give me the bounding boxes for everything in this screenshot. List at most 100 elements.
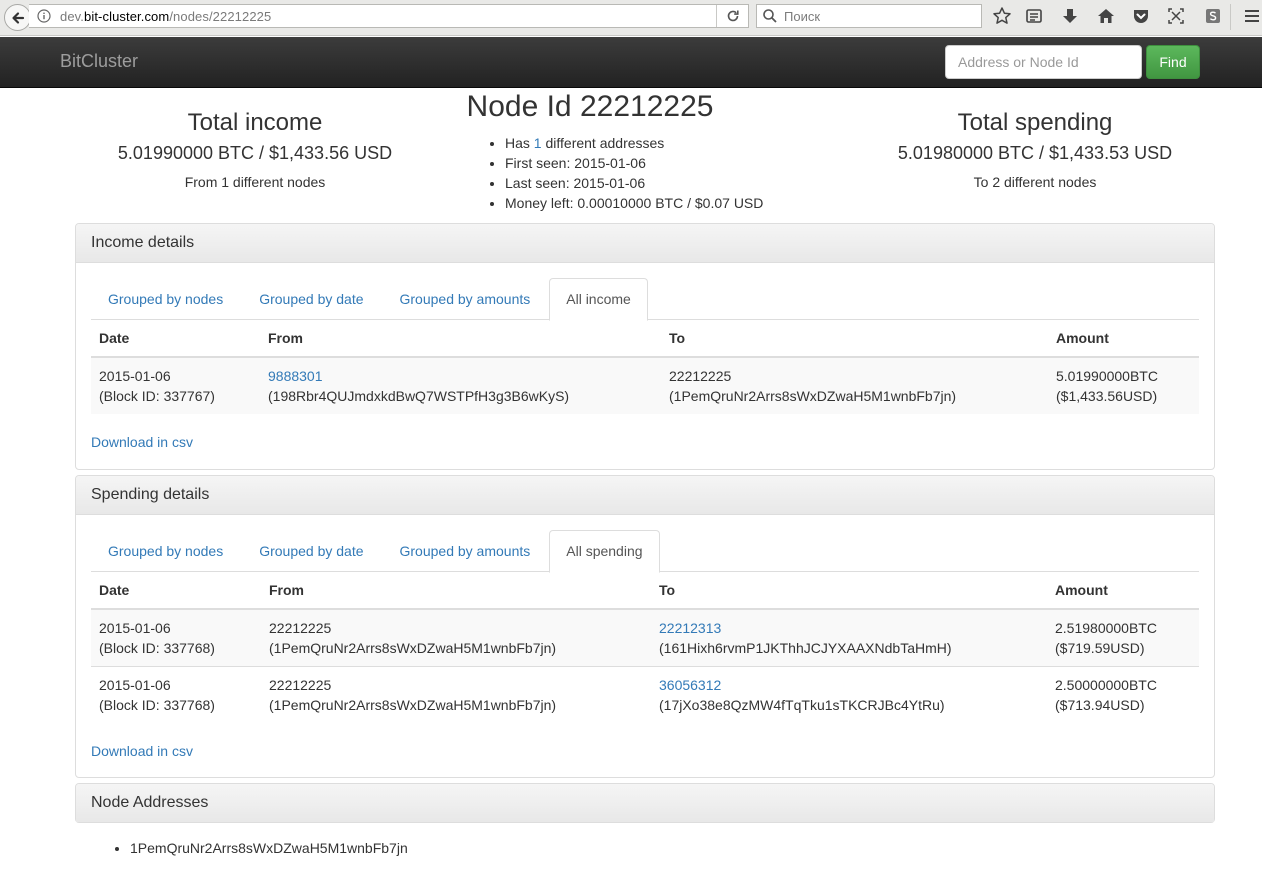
toolbar-separator bbox=[1230, 4, 1231, 30]
to-cell: 22212225 (1PemQruNr2Arrs8sWxDZwaH5M1wnbFb… bbox=[661, 357, 1048, 414]
column-header-date: Date bbox=[91, 572, 261, 610]
spending-table: Date From To Amount 2015-01-06 (Block ID:… bbox=[91, 572, 1199, 723]
amount-cell: 2.51980000BTC ($719.59USD) bbox=[1047, 609, 1199, 667]
pocket-icon[interactable] bbox=[1130, 5, 1152, 27]
reload-icon bbox=[727, 10, 739, 22]
date-cell: 2015-01-06 (Block ID: 337767) bbox=[91, 357, 260, 414]
info-icon[interactable] bbox=[37, 9, 51, 23]
tab-income-grouped-by-amounts[interactable]: Grouped by amounts bbox=[383, 278, 548, 320]
browser-search-bar[interactable] bbox=[756, 4, 982, 28]
income-panel-heading: Income details bbox=[76, 224, 1214, 263]
amount-btc: 2.50000000BTC bbox=[1055, 677, 1157, 693]
url-path: /nodes/22212225 bbox=[169, 8, 272, 24]
column-header-amount: Amount bbox=[1048, 320, 1199, 358]
column-header-date: Date bbox=[91, 320, 260, 358]
extension-icon[interactable] bbox=[1202, 5, 1224, 27]
to-cell: 22212313 (161Hixh6rvmP1JKThhJCJYXAAXNdbTa… bbox=[651, 609, 1047, 667]
amount-btc: 5.01990000BTC bbox=[1056, 368, 1158, 384]
tab-spending-grouped-by-nodes[interactable]: Grouped by nodes bbox=[91, 530, 240, 572]
block-id: (Block ID: 337768) bbox=[99, 697, 215, 713]
income-panel-body: Grouped by nodes Grouped by date Grouped… bbox=[76, 263, 1214, 465]
from-node-link[interactable]: 9888301 bbox=[268, 368, 323, 384]
income-summary: Total income 5.01990000 BTC / $1,433.56 … bbox=[105, 109, 405, 191]
column-header-from: From bbox=[260, 320, 661, 358]
column-header-to: To bbox=[651, 572, 1047, 610]
address-count-suffix: different addresses bbox=[541, 135, 665, 151]
from-address: (198Rbr4QUJmdxkdBwQ7WSTPfH3g3B6wKyS) bbox=[268, 388, 570, 404]
date-cell: 2015-01-06 (Block ID: 337768) bbox=[91, 609, 261, 667]
tab-income-grouped-by-nodes[interactable]: Grouped by nodes bbox=[91, 278, 240, 320]
menu-icon[interactable] bbox=[1242, 5, 1262, 27]
to-address: (1PemQruNr2Arrs8sWxDZwaH5M1wnbFb7jn) bbox=[669, 388, 957, 404]
brand-logo[interactable]: BitCluster bbox=[60, 51, 138, 72]
from-cell: 22212225 (1PemQruNr2Arrs8sWxDZwaH5M1wnbFb… bbox=[261, 666, 651, 723]
amount-usd: ($1,433.56USD) bbox=[1056, 388, 1158, 404]
to-node-id: 22212225 bbox=[669, 368, 732, 384]
column-header-amount: Amount bbox=[1047, 572, 1199, 610]
from-address: (1PemQruNr2Arrs8sWxDZwaH5M1wnbFb7jn) bbox=[269, 640, 557, 656]
tab-spending-grouped-by-amounts[interactable]: Grouped by amounts bbox=[383, 530, 548, 572]
screenshot-icon[interactable] bbox=[1165, 5, 1187, 27]
date-cell: 2015-01-06 (Block ID: 337768) bbox=[91, 666, 261, 723]
block-id: (Block ID: 337768) bbox=[99, 640, 215, 656]
node-last-seen: Last seen: 2015-01-06 bbox=[505, 173, 763, 193]
to-node-link[interactable]: 36056312 bbox=[659, 677, 721, 693]
from-node-id: 22212225 bbox=[269, 620, 332, 636]
url-host: bit-cluster.com bbox=[84, 8, 170, 24]
reading-list-icon[interactable] bbox=[1023, 5, 1045, 27]
from-cell: 22212225 (1PemQruNr2Arrs8sWxDZwaH5M1wnbFb… bbox=[261, 609, 651, 667]
back-button[interactable] bbox=[4, 4, 31, 31]
tab-spending-grouped-by-date[interactable]: Grouped by date bbox=[242, 530, 380, 572]
income-download-csv-link[interactable]: Download in csv bbox=[91, 434, 193, 450]
to-node-link[interactable]: 22212313 bbox=[659, 620, 721, 636]
to-cell: 36056312 (17jXo38e8QzMW4fTqTku1sTKCRJBc4Y… bbox=[651, 666, 1047, 723]
table-row: 2015-01-06 (Block ID: 337767) 9888301 (198… bbox=[91, 357, 1199, 414]
date-value: 2015-01-06 bbox=[99, 677, 171, 693]
spending-panel: Spending details Grouped by nodes Groupe… bbox=[75, 475, 1215, 778]
home-icon[interactable] bbox=[1095, 5, 1117, 27]
date-value: 2015-01-06 bbox=[99, 620, 171, 636]
block-id: (Block ID: 337767) bbox=[99, 388, 215, 404]
amount-usd: ($713.94USD) bbox=[1055, 697, 1145, 713]
from-address: (1PemQruNr2Arrs8sWxDZwaH5M1wnbFb7jn) bbox=[269, 697, 557, 713]
tab-all-spending[interactable]: All spending bbox=[549, 530, 660, 573]
address-bar[interactable]: dev.bit-cluster.com/nodes/22212225 bbox=[29, 4, 749, 28]
site-navbar: BitCluster Find bbox=[0, 37, 1262, 88]
amount-btc: 2.51980000BTC bbox=[1055, 620, 1157, 636]
spending-table-header: Date From To Amount bbox=[91, 572, 1199, 610]
address-list: 1PemQruNr2Arrs8sWxDZwaH5M1wnbFb7jn bbox=[116, 838, 408, 858]
table-row: 2015-01-06 (Block ID: 337768) 22212225 (1P… bbox=[91, 609, 1199, 667]
search-icon bbox=[762, 8, 778, 24]
spending-summary: Total spending 5.01980000 BTC / $1,433.5… bbox=[885, 109, 1185, 191]
address-count-link[interactable]: 1 bbox=[534, 135, 542, 151]
income-summary-nodes: From 1 different nodes bbox=[184, 174, 326, 190]
income-table-header: Date From To Amount bbox=[91, 320, 1199, 358]
income-panel: Income details Grouped by nodes Grouped … bbox=[75, 223, 1215, 470]
download-icon[interactable] bbox=[1059, 5, 1081, 27]
bookmark-star-icon[interactable] bbox=[991, 5, 1013, 27]
spending-summary-amount: 5.01980000 BTC / $1,433.53 USD bbox=[897, 143, 1173, 163]
column-header-from: From bbox=[261, 572, 651, 610]
tab-all-income[interactable]: All income bbox=[549, 278, 648, 321]
addresses-panel-heading: Node Addresses bbox=[76, 784, 1214, 822]
spending-tabs: Grouped by nodes Grouped by date Grouped… bbox=[91, 530, 1199, 573]
spending-panel-body: Grouped by nodes Grouped by date Grouped… bbox=[76, 515, 1214, 774]
date-value: 2015-01-06 bbox=[99, 368, 171, 384]
arrow-left-icon bbox=[11, 11, 24, 24]
reload-button[interactable] bbox=[716, 5, 748, 27]
spending-summary-title: Total spending bbox=[957, 109, 1113, 136]
from-node-id: 22212225 bbox=[269, 677, 332, 693]
income-table: Date From To Amount 2015-01-06 (Block ID:… bbox=[91, 320, 1199, 414]
browser-search-input[interactable] bbox=[782, 7, 972, 25]
spending-download-csv-link[interactable]: Download in csv bbox=[91, 743, 193, 759]
income-tabs: Grouped by nodes Grouped by date Grouped… bbox=[91, 278, 1199, 321]
to-address: (17jXo38e8QzMW4fTqTku1sTKCRJBc4YtRu) bbox=[659, 697, 945, 713]
find-button[interactable]: Find bbox=[1146, 45, 1200, 79]
from-cell: 9888301 (198Rbr4QUJmdxkdBwQ7WSTPfH3g3B6wK… bbox=[260, 357, 661, 414]
to-address: (161Hixh6rvmP1JKThhJCJYXAAXNdbTaHmH) bbox=[659, 640, 952, 656]
node-address-count: Has 1 different addresses bbox=[505, 133, 763, 153]
column-header-to: To bbox=[661, 320, 1048, 358]
node-search-input[interactable] bbox=[945, 45, 1142, 79]
tab-income-grouped-by-date[interactable]: Grouped by date bbox=[242, 278, 380, 320]
spending-summary-nodes: To 2 different nodes bbox=[973, 174, 1097, 190]
